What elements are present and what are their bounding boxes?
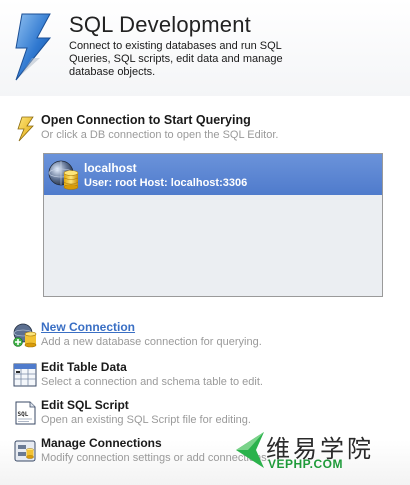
- sql-development-header: SQL Development Connect to existing data…: [0, 0, 410, 96]
- connection-detail: User: root Host: localhost:3306: [84, 177, 248, 189]
- new-connection-link[interactable]: New Connection: [41, 320, 135, 334]
- new-connection-subtitle: Add a new database connection for queryi…: [41, 336, 262, 348]
- watermark: 维易学院 VEPHP.COM: [228, 426, 398, 476]
- manage-connections-icon: [14, 440, 36, 462]
- open-connection-bolt-icon: [17, 116, 34, 142]
- connection-tile-localhost[interactable]: localhost User: root Host: localhost:330…: [44, 154, 382, 195]
- table-data-icon: [13, 363, 37, 387]
- open-connection-title: Open Connection to Start Querying: [41, 113, 251, 127]
- connection-list[interactable]: localhost User: root Host: localhost:330…: [43, 153, 383, 297]
- database-connection-icon: [48, 160, 79, 190]
- edit-sql-script-title[interactable]: Edit SQL Script: [41, 398, 129, 412]
- svg-text:SQL: SQL: [18, 411, 29, 418]
- page-description: Connect to existing databases and run SQ…: [69, 40, 283, 78]
- connection-name: localhost: [84, 161, 137, 175]
- edit-sql-script-subtitle: Open an existing SQL Script file for edi…: [41, 414, 251, 426]
- manage-connections-title[interactable]: Manage Connections: [41, 436, 162, 450]
- open-connection-subtitle: Or click a DB connection to open the SQL…: [41, 129, 279, 141]
- edit-table-data-action[interactable]: Edit Table Data Select a connection and …: [12, 360, 392, 392]
- new-connection-action[interactable]: New Connection Add a new database connec…: [12, 320, 392, 352]
- edit-table-data-subtitle: Select a connection and schema table to …: [41, 376, 263, 388]
- watermark-site: VEPHP.COM: [268, 457, 343, 471]
- edit-table-data-title[interactable]: Edit Table Data: [41, 360, 127, 374]
- page-title: SQL Development: [69, 12, 251, 37]
- new-connection-icon: [13, 323, 37, 348]
- watermark-logo-icon: [236, 432, 264, 468]
- lightning-bolt-icon: [15, 13, 52, 81]
- sql-script-icon: SQL: [15, 401, 36, 425]
